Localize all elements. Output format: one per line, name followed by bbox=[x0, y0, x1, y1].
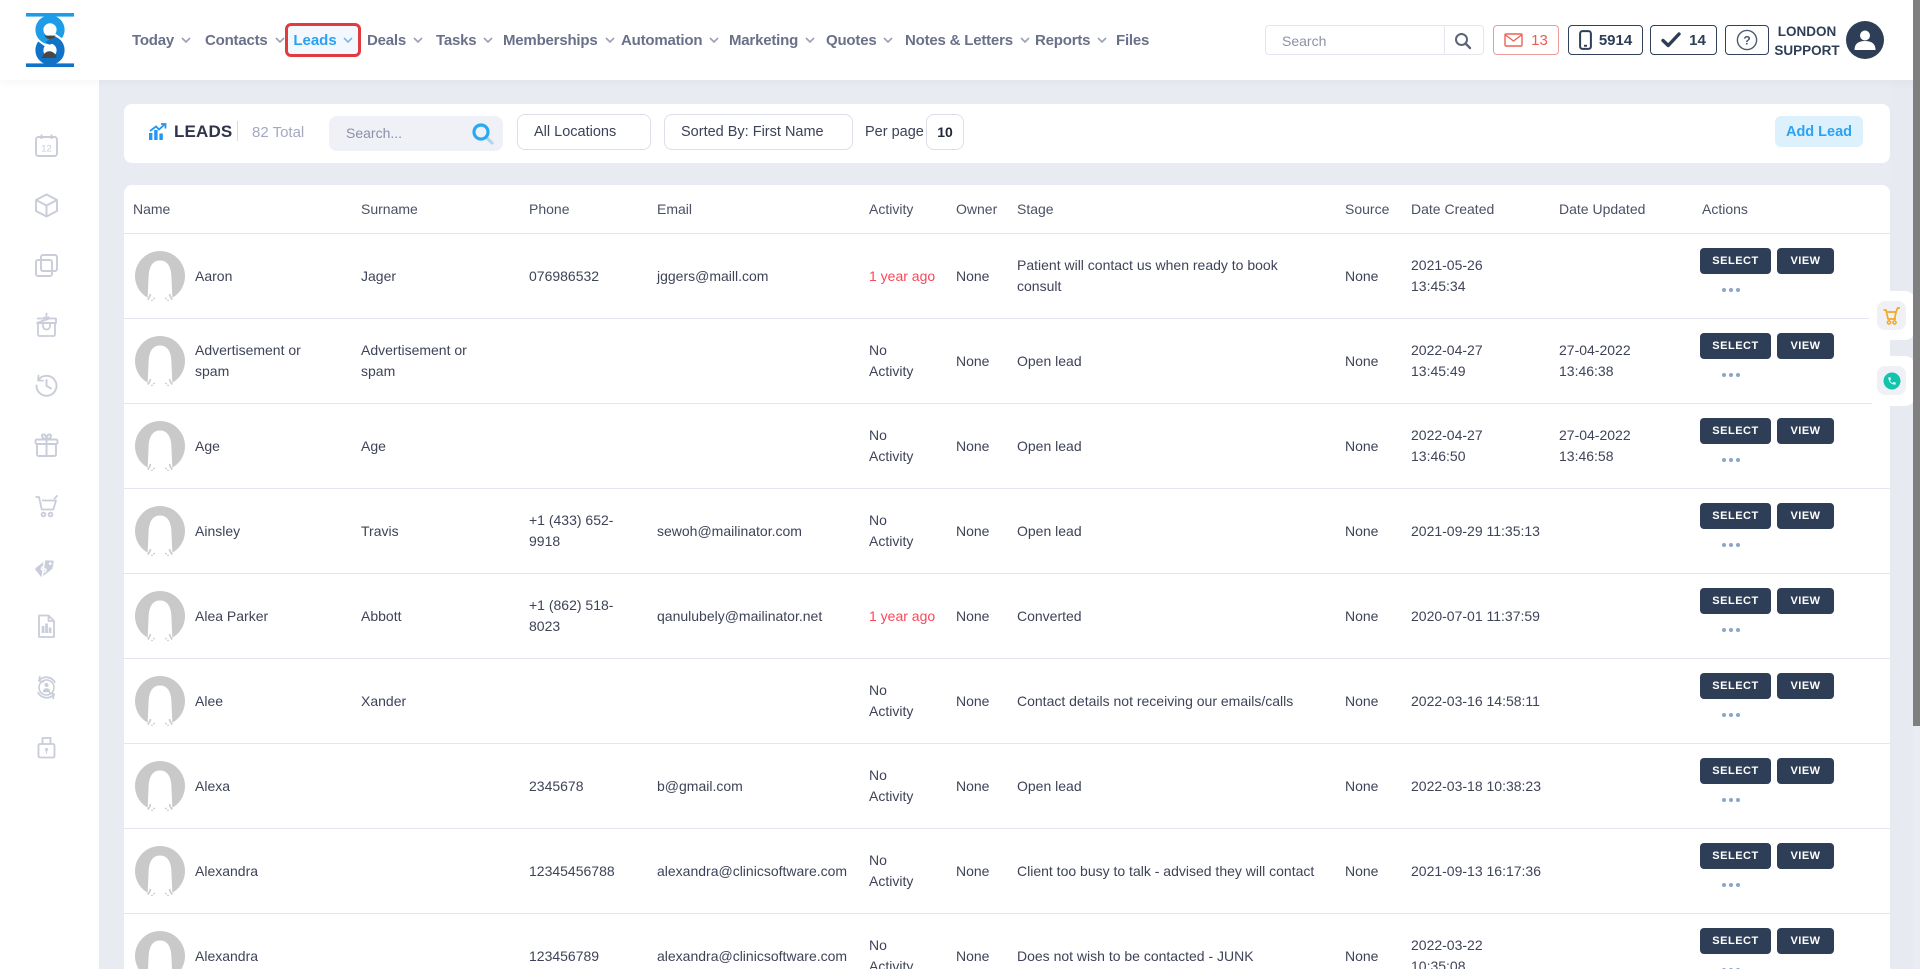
svg-text:?: ? bbox=[1743, 33, 1750, 47]
svg-text:12: 12 bbox=[41, 144, 52, 155]
